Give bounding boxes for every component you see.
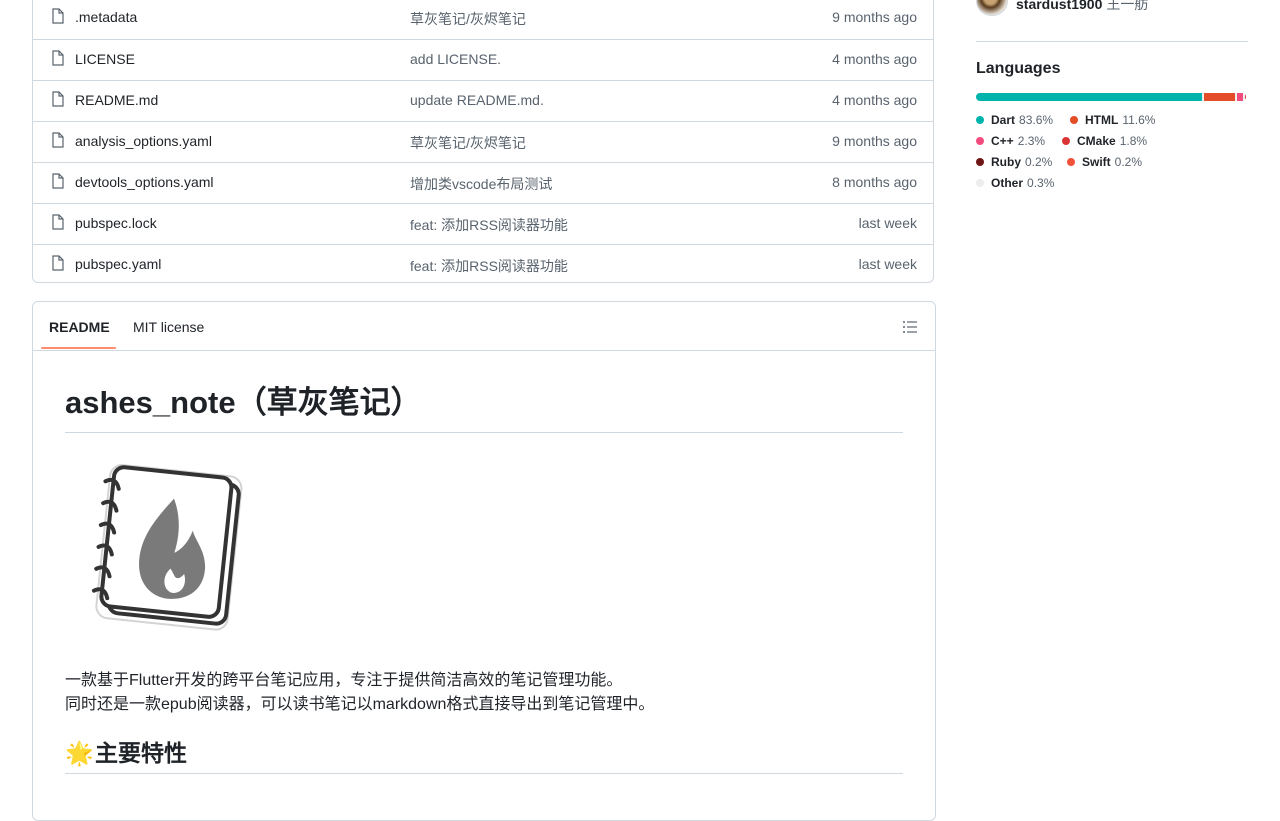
file-list: .metadata 草灰笔记/灰烬笔记 9 months ago LICENSE… bbox=[32, 0, 934, 283]
notebook-flame-logo bbox=[91, 464, 243, 631]
glowing-star-icon: 🌟 bbox=[65, 740, 94, 766]
file-row[interactable]: analysis_options.yaml 草灰笔记/灰烬笔记 9 months… bbox=[33, 121, 933, 162]
file-name-link[interactable]: LICENSE bbox=[75, 51, 135, 67]
language-bar-segment bbox=[1245, 93, 1246, 101]
commit-message-link[interactable]: 草灰笔记/灰烬笔记 bbox=[410, 133, 526, 153]
file-name-link[interactable]: devtools_options.yaml bbox=[75, 174, 214, 190]
outline-list-icon[interactable] bbox=[902, 319, 918, 335]
commit-message-link[interactable]: feat: 添加RSS阅读器功能 bbox=[410, 256, 568, 276]
commit-message-link[interactable]: 增加类vscode布局测试 bbox=[410, 174, 552, 194]
commit-message-link[interactable]: 草灰笔记/灰烬笔记 bbox=[410, 9, 526, 29]
file-row[interactable]: pubspec.lock feat: 添加RSS阅读器功能 last week bbox=[33, 203, 933, 244]
language-dot-icon bbox=[976, 179, 984, 187]
languages-heading: Languages bbox=[976, 60, 1061, 77]
file-icon bbox=[52, 50, 64, 66]
readme-paragraph: 同时还是一款epub阅读器，可以读书笔记以markdown格式直接导出到笔记管理… bbox=[65, 696, 655, 713]
file-row[interactable]: README.md update README.md. 4 months ago bbox=[33, 80, 933, 121]
file-row[interactable]: devtools_options.yaml 增加类vscode布局测试 8 mo… bbox=[33, 162, 933, 203]
contributor-fullname: 王一舫 bbox=[1106, 0, 1149, 12]
language-name: HTML bbox=[1085, 113, 1119, 127]
file-name-link[interactable]: .metadata bbox=[75, 9, 137, 25]
readme-tab-bar: README MIT license bbox=[33, 302, 935, 351]
commit-message-link[interactable]: update README.md. bbox=[410, 92, 544, 108]
language-name: Swift bbox=[1082, 155, 1111, 169]
language-name: Other bbox=[991, 176, 1024, 190]
contributor-name[interactable]: stardust1900 王一舫 bbox=[1016, 0, 1148, 14]
language-percent: 0.3% bbox=[1027, 176, 1055, 190]
file-name-link[interactable]: analysis_options.yaml bbox=[75, 133, 212, 149]
language-dot-icon bbox=[976, 116, 984, 124]
tab-mit-license[interactable]: MIT license bbox=[133, 319, 204, 335]
language-name: Dart bbox=[991, 113, 1016, 127]
languages-bar bbox=[976, 93, 1246, 101]
readme-title: ashes_note（草灰笔记） bbox=[65, 382, 903, 433]
commit-time: 8 months ago bbox=[832, 174, 917, 190]
language-percent: 83.6% bbox=[1019, 113, 1054, 127]
language-dot-icon bbox=[976, 158, 984, 166]
language-bar-segment bbox=[976, 93, 1202, 101]
file-icon bbox=[52, 91, 64, 107]
avatar[interactable] bbox=[976, 0, 1008, 16]
commit-message-link[interactable]: feat: 添加RSS阅读器功能 bbox=[410, 215, 568, 235]
file-icon bbox=[52, 8, 64, 24]
language-item-html[interactable]: HTML 11.6% bbox=[1070, 113, 1155, 127]
readme-panel: README MIT license ashes_note（草灰笔记） 一款基于… bbox=[32, 301, 936, 821]
section-heading: 🌟主要特性 bbox=[65, 734, 903, 774]
language-percent: 0.2% bbox=[1025, 155, 1053, 169]
file-name-link[interactable]: pubspec.yaml bbox=[75, 256, 161, 272]
tab-readme[interactable]: README bbox=[49, 319, 110, 335]
language-item-dart[interactable]: Dart 83.6% bbox=[976, 113, 1053, 127]
language-dot-icon bbox=[1067, 158, 1075, 166]
commit-time: last week bbox=[858, 215, 917, 231]
language-item-ruby[interactable]: Ruby 0.2% bbox=[976, 155, 1052, 169]
contributor-username[interactable]: stardust1900 bbox=[1016, 0, 1102, 12]
file-icon bbox=[52, 255, 64, 271]
commit-time: 9 months ago bbox=[832, 133, 917, 149]
active-tab-indicator bbox=[41, 347, 116, 349]
language-dot-icon bbox=[976, 137, 984, 145]
language-dot-icon bbox=[1070, 116, 1078, 124]
language-name: Ruby bbox=[991, 155, 1021, 169]
language-bar-segment bbox=[1237, 93, 1244, 101]
file-row[interactable]: pubspec.yaml feat: 添加RSS阅读器功能 last week bbox=[33, 244, 933, 285]
language-item-cmake[interactable]: CMake 1.8% bbox=[1062, 134, 1147, 148]
file-name-link[interactable]: README.md bbox=[75, 92, 158, 108]
language-item-swift[interactable]: Swift 0.2% bbox=[1067, 155, 1142, 169]
language-percent: 11.6% bbox=[1122, 113, 1156, 127]
file-icon bbox=[52, 132, 64, 148]
language-dot-icon bbox=[1062, 137, 1070, 145]
language-item-other: Other 0.3% bbox=[976, 176, 1054, 190]
file-row[interactable]: .metadata 草灰笔记/灰烬笔记 9 months ago bbox=[33, 0, 933, 39]
language-percent: 0.2% bbox=[1114, 155, 1143, 169]
file-icon bbox=[52, 173, 64, 189]
commit-time: 9 months ago bbox=[832, 9, 917, 25]
commit-time: last week bbox=[858, 256, 917, 272]
language-bar-segment bbox=[1203, 93, 1236, 101]
language-percent: 2.3% bbox=[1017, 134, 1046, 148]
file-name-link[interactable]: pubspec.lock bbox=[75, 215, 157, 231]
language-name: CMake bbox=[1077, 134, 1116, 148]
language-percent: 1.8% bbox=[1119, 134, 1148, 148]
commit-time: 4 months ago bbox=[832, 92, 917, 108]
readme-paragraph: 一款基于Flutter开发的跨平台笔记应用，专注于提供简洁高效的笔记管理功能。 bbox=[65, 672, 623, 689]
file-icon bbox=[52, 214, 64, 230]
contributor-row: stardust1900 王一舫 bbox=[976, 0, 1248, 42]
commit-message-link[interactable]: add LICENSE. bbox=[410, 51, 501, 67]
file-row[interactable]: LICENSE add LICENSE. 4 months ago bbox=[33, 39, 933, 80]
section-heading-text: 主要特性 bbox=[95, 740, 187, 766]
language-item-cpp[interactable]: C++ 2.3% bbox=[976, 134, 1045, 148]
language-name: C++ bbox=[991, 134, 1014, 148]
commit-time: 4 months ago bbox=[832, 51, 917, 67]
